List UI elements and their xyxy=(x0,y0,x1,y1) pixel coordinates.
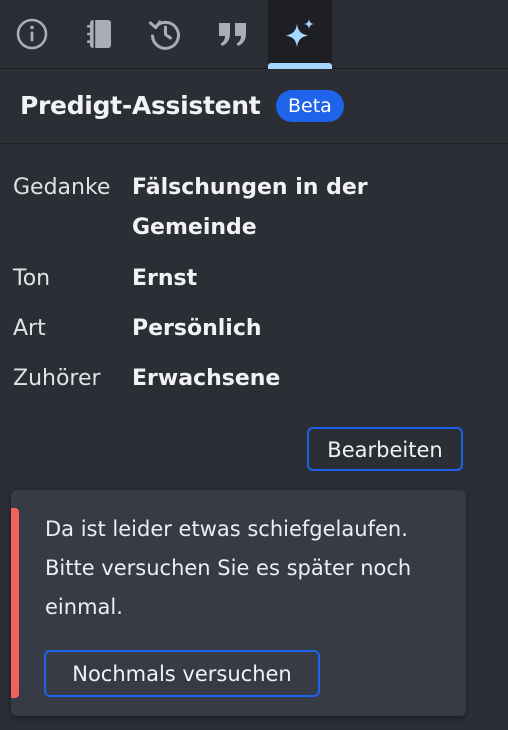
error-card: Da ist leider etwas schiefgelaufen. Bitt… xyxy=(11,490,466,716)
properties-list: Gedanke Fälschungen in der Gemeinde Ton … xyxy=(13,168,483,409)
beta-badge: Beta xyxy=(276,90,344,122)
retry-button[interactable]: Nochmals versuchen xyxy=(44,650,320,697)
property-row-zuhoerer: Zuhörer Erwachsene xyxy=(13,359,483,409)
panel-header: Predigt-Assistent Beta xyxy=(0,69,508,144)
property-row-ton: Ton Ernst xyxy=(13,259,483,309)
edit-button[interactable]: Bearbeiten xyxy=(307,427,463,471)
property-value: Ernst xyxy=(132,266,198,291)
history-icon xyxy=(147,16,183,52)
sparkles-icon xyxy=(282,16,318,52)
tab-info[interactable] xyxy=(0,0,64,68)
quote-icon xyxy=(216,19,250,49)
property-label: Art xyxy=(13,316,46,341)
tab-bar xyxy=(0,0,508,69)
panel-title: Predigt-Assistent xyxy=(20,91,261,120)
notebook-icon xyxy=(85,17,115,51)
error-message: Da ist leider etwas schiefgelaufen. Bitt… xyxy=(45,517,412,619)
error-accent-bar xyxy=(11,508,19,698)
property-label: Gedanke xyxy=(13,175,111,200)
info-circle-icon xyxy=(15,17,49,51)
tab-ai-assistant[interactable] xyxy=(268,0,332,69)
property-label: Ton xyxy=(13,266,51,291)
tab-quote[interactable] xyxy=(201,0,265,68)
tab-history[interactable] xyxy=(133,0,197,68)
property-row-art: Art Persönlich xyxy=(13,309,483,359)
property-row-gedanke: Gedanke Fälschungen in der Gemeinde xyxy=(13,168,483,259)
property-value: Persönlich xyxy=(132,316,262,341)
tab-notebook[interactable] xyxy=(68,0,132,68)
property-value: Erwachsene xyxy=(132,366,281,391)
property-label: Zuhörer xyxy=(13,366,101,391)
property-value: Fälschungen in der Gemeinde xyxy=(132,175,368,240)
